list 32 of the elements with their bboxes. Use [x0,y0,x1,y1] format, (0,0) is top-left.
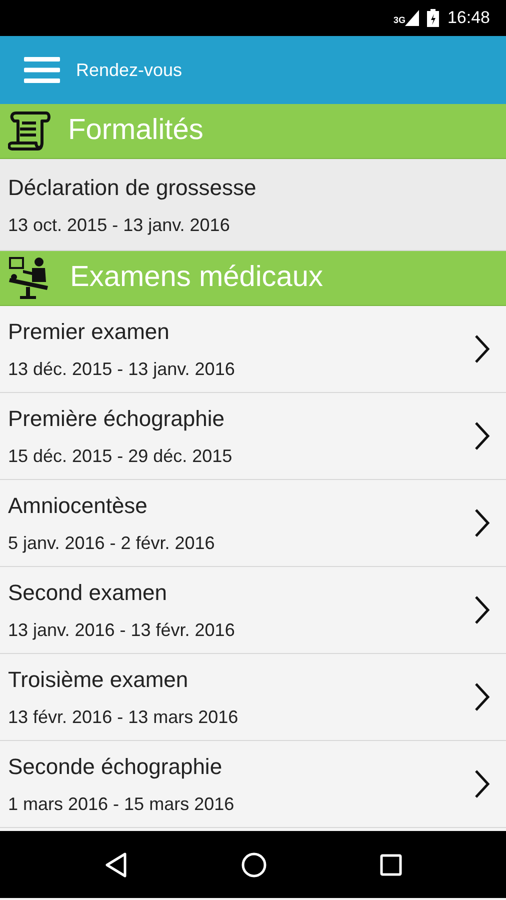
chevron-icon [474,682,490,712]
appointment-dates: 13 févr. 2016 - 13 mars 2016 [8,706,240,729]
status-time: 16:48 [447,7,490,30]
scroll-icon [8,110,52,152]
chevron-icon [474,421,490,451]
app-bar-title: Rendez-vous [76,58,182,82]
appointment-title: Seconde échographie [8,753,224,781]
recents-icon[interactable] [380,854,402,876]
chevron-icon [474,769,490,799]
home-icon[interactable] [240,852,267,878]
chevron-icon [474,334,490,364]
back-icon[interactable] [104,852,128,878]
appointment-dates: 1 mars 2016 - 15 mars 2016 [8,793,236,816]
appointment-dates: 13 janv. 2016 - 13 févr. 2016 [8,619,236,642]
appointment-title: Second examen [8,579,168,607]
section-title: Formalités [68,113,204,148]
appointment-title: Troisième examen [8,666,190,694]
section-title: Examens médicaux [70,260,324,296]
appointment-dates: 5 janv. 2016 - 2 févr. 2016 [8,532,216,555]
battery-icon [427,9,440,27]
appointment-title: Premier examen [8,318,170,346]
appointment-title: Première échographie [8,405,226,433]
appointment-dates: 15 déc. 2015 - 29 déc. 2015 [8,445,234,468]
network-type-label: 3G [393,14,406,28]
chevron-icon [474,508,490,538]
appointment-dates: 13 oct. 2015 - 13 janv. 2016 [8,214,231,237]
appointment-dates: 13 déc. 2015 - 13 janv. 2016 [8,358,236,381]
signal-icon [405,10,420,26]
menu-icon[interactable] [24,57,60,83]
appointment-title: Amniocentèse [8,492,148,520]
chevron-icon [474,595,490,625]
appointment-title: Déclaration de grossesse [8,174,258,202]
